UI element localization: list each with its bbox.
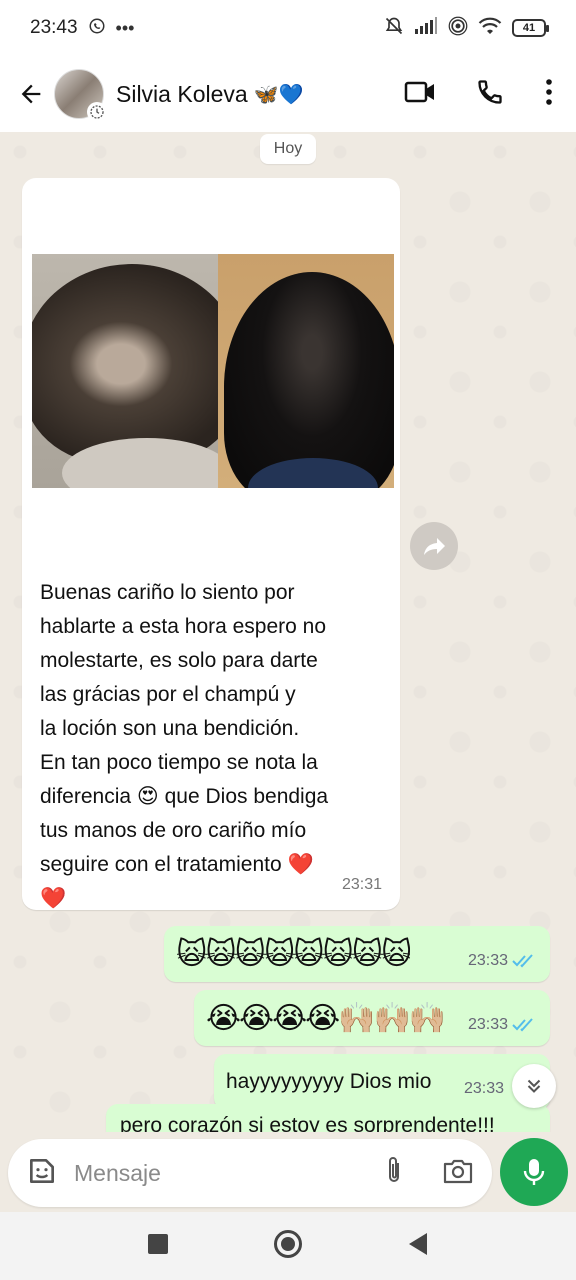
outgoing-message-text: 🙀🙀🙀🙀🙀🙀🙀🙀	[176, 936, 411, 972]
voice-call-button[interactable]	[476, 78, 504, 111]
more-options-button[interactable]	[544, 78, 554, 111]
attach-button[interactable]	[382, 1155, 406, 1192]
forward-button[interactable]	[410, 522, 458, 570]
home-button[interactable]	[273, 1229, 303, 1264]
voice-message-button[interactable]	[500, 1138, 568, 1206]
camera-button[interactable]	[442, 1157, 474, 1190]
read-receipt-icon	[512, 1018, 533, 1032]
double-chevron-down-icon	[527, 1079, 541, 1093]
contact-name[interactable]: Silvia Koleva 🦋💙	[116, 81, 304, 108]
forward-icon	[424, 538, 445, 555]
disappearing-timer-icon	[87, 102, 107, 122]
incoming-message-time: 23:31	[341, 876, 382, 893]
incoming-message-text: Buenas cariño lo siento por hablarte a e…	[40, 581, 329, 910]
outgoing-message[interactable]: 😭😭😭😭🙌🏼🙌🏼🙌🏼 23:33	[194, 990, 550, 1046]
status-bar: 23:43 ••• 41	[0, 0, 576, 56]
whatsapp-notification-icon	[88, 17, 106, 40]
recents-button[interactable]	[147, 1233, 169, 1260]
read-receipt-icon	[512, 954, 533, 968]
status-time: 23:43	[30, 17, 78, 38]
outgoing-message-text: 😭😭😭😭🙌🏼🙌🏼🙌🏼	[206, 1000, 445, 1036]
outgoing-message-time: 23:33	[467, 952, 508, 969]
message-input-container	[8, 1139, 492, 1207]
battery-icon: 41	[512, 19, 549, 37]
scroll-to-bottom-button[interactable]	[512, 1064, 556, 1108]
more-vertical-icon	[546, 78, 552, 105]
video-call-button[interactable]	[404, 79, 436, 110]
arrow-left-icon	[21, 84, 41, 104]
phone-icon	[478, 79, 502, 104]
more-notifications-icon: •••	[115, 17, 135, 38]
outgoing-message-time: 23:33	[467, 1016, 508, 1033]
square-icon	[148, 1233, 168, 1254]
contact-name-text: Silvia Koleva	[116, 80, 248, 107]
message-input[interactable]	[74, 1159, 364, 1187]
outgoing-message[interactable]: 🙀🙀🙀🙀🙀🙀🙀🙀 23:33	[164, 926, 550, 982]
signal-icon	[414, 16, 438, 40]
microphone-icon	[523, 1159, 545, 1185]
outgoing-message-time: 23:33	[463, 1080, 504, 1097]
circle-icon	[274, 1229, 302, 1258]
hotspot-icon	[448, 16, 468, 41]
triangle-back-icon	[409, 1232, 427, 1255]
emoji-sticker-button[interactable]	[26, 1155, 58, 1192]
paperclip-icon	[389, 1156, 399, 1182]
camera-icon	[443, 1159, 473, 1183]
back-button[interactable]	[14, 77, 48, 111]
message-composer	[0, 1134, 576, 1212]
contact-avatar[interactable]	[54, 69, 107, 122]
incoming-message[interactable]: Buenas cariño lo siento por hablarte a e…	[22, 178, 400, 910]
before-photo	[32, 254, 218, 488]
silent-icon	[384, 16, 404, 41]
contact-name-emoji: 🦋💙	[253, 83, 304, 106]
before-after-photo	[32, 254, 394, 488]
system-navigation-bar	[0, 1212, 576, 1280]
chat-header: Silvia Koleva 🦋💙	[0, 56, 576, 132]
back-nav-button[interactable]	[407, 1232, 429, 1261]
outgoing-message-text: pero corazón si estoy es sorprendente!!!	[120, 1114, 495, 1132]
outgoing-message[interactable]: hayyyyyyyyy Dios mio 23:33	[214, 1054, 550, 1110]
video-camera-icon	[404, 81, 434, 102]
after-photo	[218, 254, 394, 488]
outgoing-message[interactable]: pero corazón si estoy es sorprendente!!!	[106, 1104, 550, 1132]
wifi-icon	[478, 16, 502, 41]
sticker-icon	[30, 1158, 54, 1183]
date-chip: Hoy	[260, 134, 316, 164]
chat-messages[interactable]: Hoy Buenas cariño lo siento por hablarte…	[0, 132, 576, 1132]
outgoing-message-text: hayyyyyyyyy Dios mio	[226, 1070, 432, 1093]
